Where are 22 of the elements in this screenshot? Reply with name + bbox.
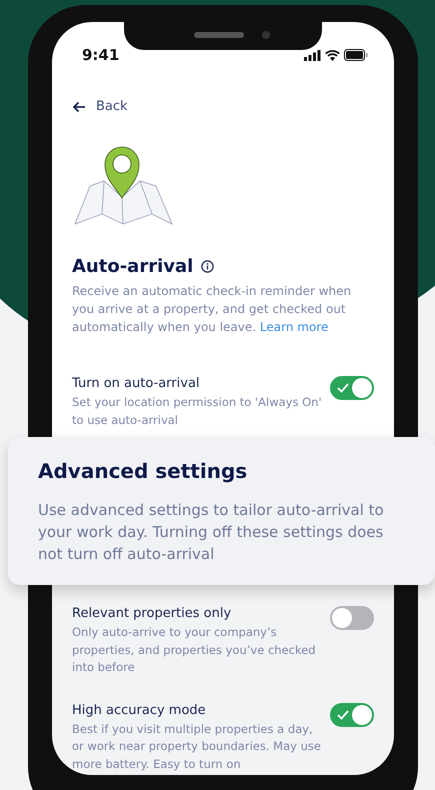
check-icon [336,382,350,394]
battery-icon [344,49,368,61]
setting-description: Set your location permission to 'Always On' to use auto-arrival [72,394,322,428]
back-button[interactable]: Back [72,99,128,114]
wifi-icon [325,50,340,60]
toggle-switch[interactable] [330,606,374,630]
status-time: 9:41 [82,46,120,64]
info-icon[interactable] [201,260,214,273]
setting-title: Relevant properties only [72,606,232,621]
setting-title: Turn on auto-arrival [72,376,201,391]
setting-description: Only auto-arrive to your company’s properties, and properties you’ve checked into before [72,624,317,676]
setting-title: High accuracy mode [72,702,207,718]
toggle-switch[interactable] [330,376,374,400]
back-arrow-icon [72,100,86,112]
signal-icon [304,50,321,60]
page-title: Auto-arrival [72,256,194,277]
card-title: Advanced settings [38,459,248,483]
check-icon [336,708,350,720]
card-description: Use advanced settings to tailor auto-arrival to your work day. Turning off these settings does not turn off auto-arrival [38,500,385,565]
setting-description: Best if you visit multiple properties a day, or work near property boundaries. May use more battery. Easy to turn on [72,720,322,772]
toggle-switch[interactable] [330,702,374,726]
page-description: Receive an automatic check-in reminder when you arrive at a property, and get checked out automatically when you leave. Learn more [72,283,352,336]
